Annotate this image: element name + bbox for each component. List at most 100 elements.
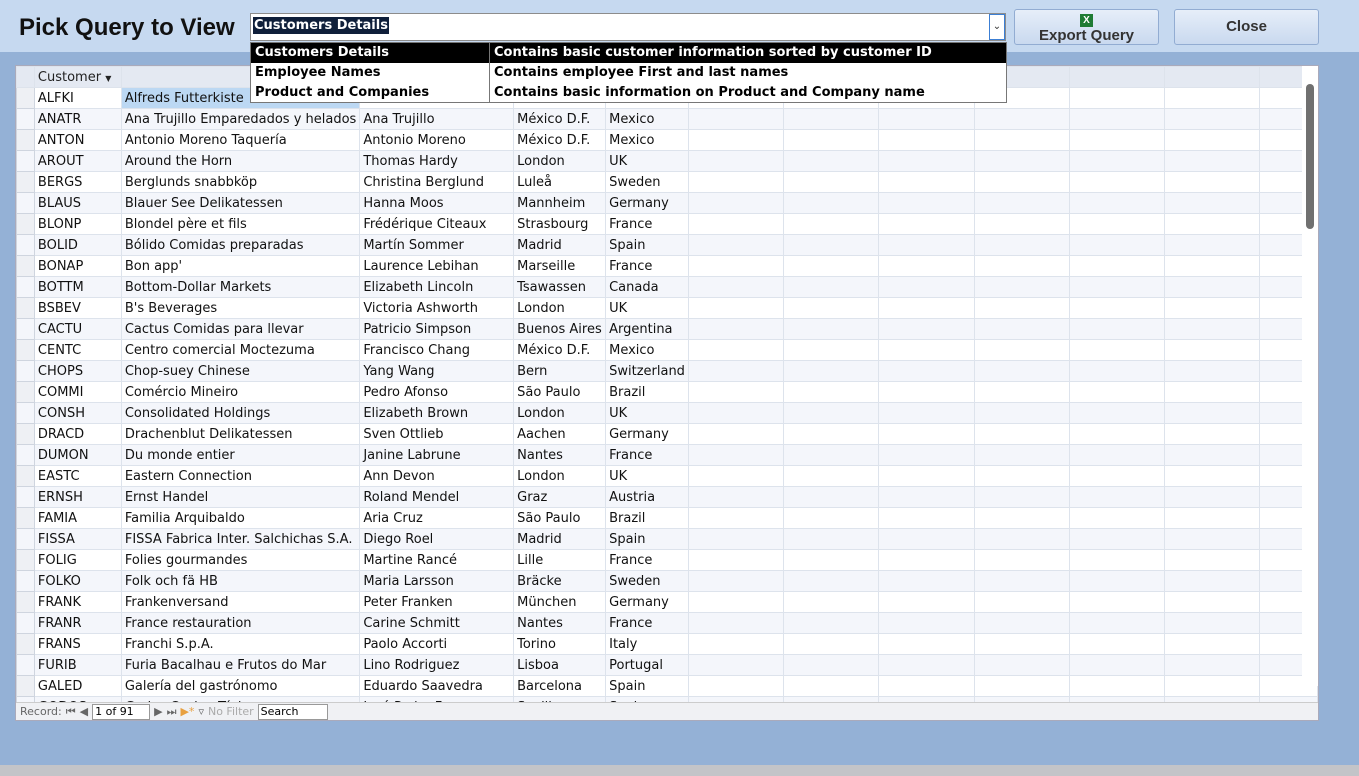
table-cell[interactable]: Lisboa <box>513 654 607 676</box>
table-cell[interactable]: Spain <box>605 234 689 256</box>
table-row[interactable]: DRACD Drachenblut Delikatessen Sven Ottlie… <box>16 423 1318 445</box>
table-row[interactable]: GALED Galería del gastrónomo Eduardo Saave… <box>16 675 1318 697</box>
table-cell[interactable]: UK <box>605 150 689 172</box>
table-cell[interactable]: FAMIA <box>33 507 122 529</box>
table-cell[interactable]: Victoria Ashworth <box>359 297 515 319</box>
prev-record-icon[interactable]: ◀ <box>80 705 88 718</box>
vertical-scrollbar[interactable] <box>1302 66 1318 686</box>
table-cell[interactable]: Carine Schmitt <box>359 612 515 634</box>
table-cell[interactable]: Janine Labrune <box>359 444 515 466</box>
table-row[interactable]: FURIB Furia Bacalhau e Frutos do Mar Lino … <box>16 654 1318 676</box>
table-cell[interactable]: Italy <box>605 633 689 655</box>
table-cell[interactable]: FRANS <box>33 633 122 655</box>
row-selector[interactable] <box>16 171 35 193</box>
table-cell[interactable]: Mexico <box>605 108 689 130</box>
table-cell[interactable]: Familia Arquibaldo <box>120 507 361 529</box>
table-cell[interactable]: Sven Ottlieb <box>359 423 515 445</box>
table-cell[interactable]: B's Beverages <box>120 297 361 319</box>
table-cell[interactable]: México D.F. <box>513 339 607 361</box>
table-cell[interactable]: FOLKO <box>33 570 122 592</box>
table-cell[interactable]: CENTC <box>33 339 122 361</box>
table-cell[interactable]: Galería del gastrónomo <box>120 675 361 697</box>
first-record-icon[interactable]: ⏮ <box>66 705 76 719</box>
table-cell[interactable]: ALFKI <box>33 87 122 109</box>
table-cell[interactable]: Brazil <box>605 381 689 403</box>
table-cell[interactable]: München <box>513 591 607 613</box>
table-cell[interactable]: FRANK <box>33 591 122 613</box>
table-cell[interactable]: Spain <box>605 528 689 550</box>
table-cell[interactable]: Folk och fä HB <box>120 570 361 592</box>
table-row[interactable]: ANTON Antonio Moreno Taquería Antonio More… <box>16 129 1318 151</box>
table-cell[interactable]: Berglunds snabbköp <box>120 171 361 193</box>
table-cell[interactable]: UK <box>605 465 689 487</box>
table-cell[interactable]: Pedro Afonso <box>359 381 515 403</box>
close-button[interactable]: Close <box>1174 9 1319 45</box>
row-selector[interactable] <box>16 612 35 634</box>
table-row[interactable]: FOLIG Folies gourmandes Martine Rancé Lille… <box>16 549 1318 571</box>
table-cell[interactable]: Madrid <box>513 528 607 550</box>
table-cell[interactable]: Madrid <box>513 234 607 256</box>
table-cell[interactable]: Blauer See Delikatessen <box>120 192 361 214</box>
table-cell[interactable]: Bon app' <box>120 255 361 277</box>
table-row[interactable]: BOLID Bólido Comidas preparadas Martín Som… <box>16 234 1318 256</box>
new-record-icon[interactable]: ▶* <box>180 705 194 718</box>
table-cell[interactable]: Laurence Lebihan <box>359 255 515 277</box>
table-cell[interactable]: ERNSH <box>33 486 122 508</box>
table-row[interactable]: BONAP Bon app' Laurence Lebihan Marseille Fr… <box>16 255 1318 277</box>
table-cell[interactable]: GALED <box>33 675 122 697</box>
table-cell[interactable]: Frankenversand <box>120 591 361 613</box>
table-cell[interactable]: France <box>605 444 689 466</box>
table-cell[interactable]: Consolidated Holdings <box>120 402 361 424</box>
table-cell[interactable]: Du monde entier <box>120 444 361 466</box>
table-cell[interactable]: Elizabeth Brown <box>359 402 515 424</box>
table-cell[interactable]: Franchi S.p.A. <box>120 633 361 655</box>
table-cell[interactable]: Mexico <box>605 129 689 151</box>
table-cell[interactable]: Canada <box>605 276 689 298</box>
table-row[interactable]: CONSH Consolidated Holdings Elizabeth Brow… <box>16 402 1318 424</box>
table-row[interactable]: ANATR Ana Trujillo Emparedados y helados A… <box>16 108 1318 130</box>
query-combo[interactable]: Customers Details ⌄ <box>250 13 1006 41</box>
table-cell[interactable]: France <box>605 612 689 634</box>
table-cell[interactable]: BSBEV <box>33 297 122 319</box>
table-cell[interactable]: Antonio Moreno <box>359 129 515 151</box>
table-cell[interactable]: Luleå <box>513 171 607 193</box>
table-cell[interactable]: France <box>605 255 689 277</box>
table-cell[interactable]: Martín Sommer <box>359 234 515 256</box>
table-cell[interactable]: FURIB <box>33 654 122 676</box>
table-cell[interactable]: Christina Berglund <box>359 171 515 193</box>
table-cell[interactable]: BLAUS <box>33 192 122 214</box>
table-cell[interactable]: Bräcke <box>513 570 607 592</box>
table-cell[interactable]: Blondel père et fils <box>120 213 361 235</box>
no-filter-button[interactable]: No Filter <box>208 705 254 718</box>
row-selector[interactable] <box>16 570 35 592</box>
table-cell[interactable]: Barcelona <box>513 675 607 697</box>
table-cell[interactable]: São Paulo <box>513 381 607 403</box>
table-cell[interactable]: Eastern Connection <box>120 465 361 487</box>
table-cell[interactable]: Hanna Moos <box>359 192 515 214</box>
table-cell[interactable]: Lille <box>513 549 607 571</box>
row-selector[interactable] <box>16 129 35 151</box>
table-cell[interactable]: Patricio Simpson <box>359 318 515 340</box>
row-selector[interactable] <box>16 528 35 550</box>
row-selector[interactable] <box>16 150 35 172</box>
row-selector[interactable] <box>16 507 35 529</box>
table-cell[interactable]: BLONP <box>33 213 122 235</box>
table-cell[interactable]: Marseille <box>513 255 607 277</box>
table-cell[interactable]: Maria Larsson <box>359 570 515 592</box>
last-record-icon[interactable]: ⏭ <box>167 705 177 719</box>
table-row[interactable]: CENTC Centro comercial Moctezuma Francisco… <box>16 339 1318 361</box>
table-cell[interactable]: Folies gourmandes <box>120 549 361 571</box>
table-cell[interactable]: Furia Bacalhau e Frutos do Mar <box>120 654 361 676</box>
table-cell[interactable]: DUMON <box>33 444 122 466</box>
table-cell[interactable]: Austria <box>605 486 689 508</box>
table-cell[interactable]: Germany <box>605 192 689 214</box>
table-cell[interactable]: Thomas Hardy <box>359 150 515 172</box>
table-cell[interactable]: BONAP <box>33 255 122 277</box>
table-cell[interactable]: ANATR <box>33 108 122 130</box>
table-cell[interactable]: Spain <box>605 675 689 697</box>
table-cell[interactable]: France <box>605 549 689 571</box>
row-selector[interactable] <box>16 465 35 487</box>
table-cell[interactable]: BOTTM <box>33 276 122 298</box>
table-cell[interactable]: Mannheim <box>513 192 607 214</box>
table-cell[interactable]: Martine Rancé <box>359 549 515 571</box>
